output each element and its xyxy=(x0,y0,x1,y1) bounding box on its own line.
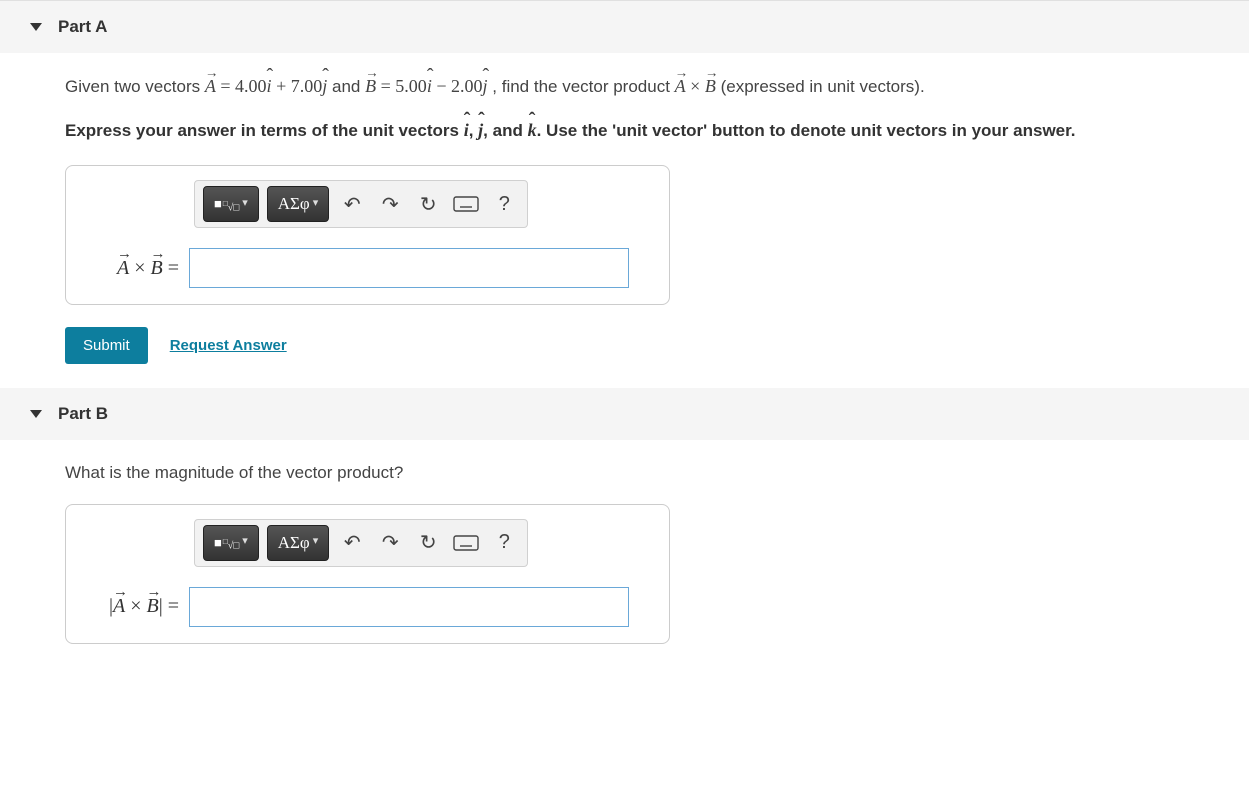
text: Express your answer in terms of the unit… xyxy=(65,121,464,140)
part-a-header[interactable]: Part A xyxy=(0,1,1249,53)
request-answer-link[interactable]: Request Answer xyxy=(170,337,287,354)
text: (expressed in unit vectors). xyxy=(716,77,925,96)
text: + 7.00 xyxy=(272,76,323,96)
part-a-question: Given two vectors A = 4.00i + 7.00j and … xyxy=(65,73,1249,100)
chevron-down-icon: ▾ xyxy=(313,534,319,547)
keyboard-button[interactable] xyxy=(451,186,481,222)
text: , find the vector product xyxy=(488,77,675,96)
greek-icon: ΑΣφ xyxy=(278,194,310,214)
text: and xyxy=(327,77,365,96)
greek-button[interactable]: ΑΣφ▾ xyxy=(267,525,330,561)
submit-button[interactable]: Submit xyxy=(65,327,148,364)
part-b-question: What is the magnitude of the vector prod… xyxy=(65,460,1249,486)
redo-button[interactable]: ↷ xyxy=(375,525,405,561)
part-a-body: Given two vectors A = 4.00i + 7.00j and … xyxy=(0,53,1249,388)
vector-B: B xyxy=(705,73,716,100)
vector-A: A xyxy=(205,73,216,100)
text: Given two vectors xyxy=(65,77,205,96)
template-icon: ■ xyxy=(214,535,222,551)
keyboard-icon xyxy=(453,535,479,551)
part-b-body: What is the magnitude of the vector prod… xyxy=(0,440,1249,668)
unit-j: j xyxy=(322,73,327,100)
help-icon: ? xyxy=(499,193,510,216)
equation-toolbar: ■□√□▾ ΑΣφ▾ ↶ ↷ ↻ ? xyxy=(194,180,528,228)
reset-button[interactable]: ↻ xyxy=(413,525,443,561)
answer-box-a: ■□√□▾ ΑΣφ▾ ↶ ↷ ↻ ? xyxy=(65,165,670,305)
chevron-down-icon xyxy=(30,410,42,418)
sqrt-icon: □√□ xyxy=(223,199,239,213)
actions-a: Submit Request Answer xyxy=(65,327,1249,364)
vector-A: A xyxy=(675,73,686,100)
help-button[interactable]: ? xyxy=(489,525,519,561)
redo-icon: ↷ xyxy=(382,530,399,555)
unit-i: i xyxy=(427,73,432,100)
text: = 4.00 xyxy=(216,76,267,96)
redo-icon: ↷ xyxy=(382,192,399,217)
part-b-title: Part B xyxy=(58,404,108,424)
help-icon: ? xyxy=(499,531,510,554)
text: . Use the 'unit vector' button to denote… xyxy=(537,121,1076,140)
undo-icon: ↶ xyxy=(344,530,361,555)
equation-toolbar: ■□√□▾ ΑΣφ▾ ↶ ↷ ↻ ? xyxy=(194,519,528,567)
chevron-down-icon: ▾ xyxy=(313,196,319,209)
unit-k: k xyxy=(528,118,537,143)
unit-j: j xyxy=(483,73,488,100)
unit-j: j xyxy=(478,118,483,143)
undo-icon: ↶ xyxy=(344,192,361,217)
reset-button[interactable]: ↻ xyxy=(413,186,443,222)
greek-button[interactable]: ΑΣφ▾ xyxy=(267,186,330,222)
unit-i: i xyxy=(267,73,272,100)
vector-B: B xyxy=(365,73,376,100)
part-a-title: Part A xyxy=(58,17,107,37)
chevron-down-icon: ▾ xyxy=(242,196,248,209)
equation-row-a: A × B = xyxy=(84,248,651,288)
help-button[interactable]: ? xyxy=(489,186,519,222)
part-a-instruction: Express your answer in terms of the unit… xyxy=(65,118,1249,143)
answer-input-a[interactable] xyxy=(189,248,629,288)
equation-row-b: |A × B| = xyxy=(84,587,651,627)
unit-i: i xyxy=(464,118,469,143)
text: , xyxy=(469,121,478,140)
sqrt-icon: □√□ xyxy=(223,537,239,551)
answer-input-b[interactable] xyxy=(189,587,629,627)
templates-button[interactable]: ■□√□▾ xyxy=(203,186,259,222)
answer-box-b: ■□√□▾ ΑΣφ▾ ↶ ↷ ↻ ? xyxy=(65,504,670,644)
reset-icon: ↻ xyxy=(420,192,437,217)
text: × xyxy=(686,76,705,96)
text: , and xyxy=(483,121,527,140)
greek-icon: ΑΣφ xyxy=(278,533,310,553)
templates-button[interactable]: ■□√□▾ xyxy=(203,525,259,561)
answer-label-a: A × B = xyxy=(84,257,179,280)
answer-label-b: |A × B| = xyxy=(84,595,179,618)
part-b-header[interactable]: Part B xyxy=(0,388,1249,440)
redo-button[interactable]: ↷ xyxy=(375,186,405,222)
template-icon: ■ xyxy=(214,196,222,212)
undo-button[interactable]: ↶ xyxy=(337,186,367,222)
text: − 2.00 xyxy=(432,76,483,96)
text: = 5.00 xyxy=(376,76,427,96)
chevron-down-icon xyxy=(30,23,42,31)
keyboard-button[interactable] xyxy=(451,525,481,561)
undo-button[interactable]: ↶ xyxy=(337,525,367,561)
reset-icon: ↻ xyxy=(420,530,437,555)
chevron-down-icon: ▾ xyxy=(242,534,248,547)
keyboard-icon xyxy=(453,196,479,212)
